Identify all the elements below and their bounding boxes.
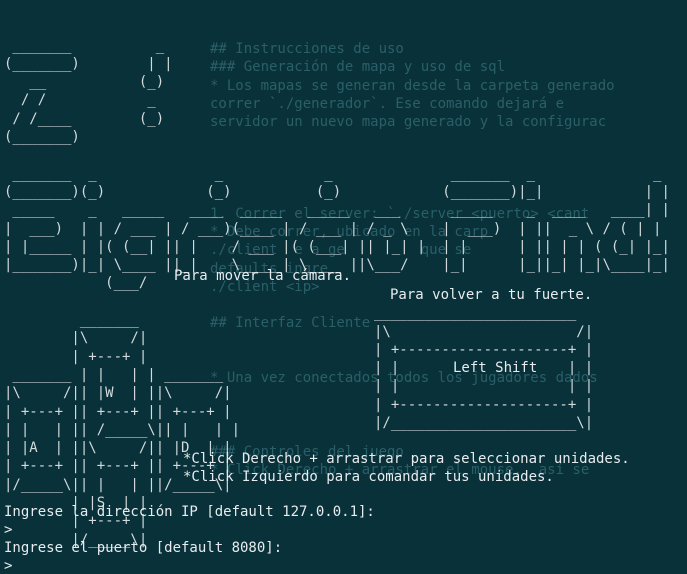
port-prompt: Ingrese el puerto [default 8080]:: [4, 540, 283, 556]
ascii-art-line: (_______)(_) (_) (_) (_______)|_| | |: [4, 183, 670, 200]
select-units-hint: *Click Derecho + arrastrar para seleccio…: [183, 451, 630, 467]
ascii-art-line: __ (_): [4, 74, 165, 91]
ascii-art-line: [4, 146, 670, 164]
shift-box-line: ________________________: [374, 305, 577, 322]
camera-hint-text: Para mover la cámara.: [174, 268, 352, 284]
ascii-art-line: | |_____ | |( (__| || | / ___ |( (___| |…: [4, 238, 670, 255]
shift-key-label: Left Shift: [453, 360, 538, 376]
port-input-line[interactable]: >: [4, 557, 12, 574]
fortress-hint-text: Para volver a tu fuerte.: [390, 287, 593, 303]
ascii-art-line: _______ _ _ _ _______ _ _: [4, 165, 662, 182]
ip-input-line[interactable]: >: [4, 521, 12, 539]
ip-prompt: Ingrese la dirección IP [default 127.0.0…: [4, 504, 375, 520]
shift-box-line: | | | |: [374, 378, 594, 395]
shift-box-line: |/______________________\|: [374, 415, 594, 432]
ascii-art-line: (_______): [4, 129, 80, 146]
ascii-art-line: _____ _ _____ ____ _____ _____ ___ _____…: [4, 202, 670, 219]
ascii-art-line: (_______) | |: [4, 55, 173, 72]
shift-box-line: |\ /|: [374, 323, 594, 340]
ascii-art-line: / / _: [4, 92, 156, 109]
terminal-window[interactable]: ## Instrucciones de uso ### Generación de…: [0, 0, 687, 574]
shift-key-art: Para volver a tu fuerte. _______________…: [374, 286, 593, 431]
command-units-hint: *Click Izquierdo para comandar tus unida…: [183, 469, 554, 485]
ascii-art-line: | ___) | | / ___ | / ___)(____ | / ___ |…: [4, 220, 662, 237]
shift-box-line: | +--------------------+ |: [374, 341, 594, 358]
ascii-art-line: / /____ (_): [4, 110, 165, 127]
shift-box-line: | +--------------------+ |: [374, 396, 594, 413]
ascii-art-line: _______ _: [4, 37, 165, 54]
